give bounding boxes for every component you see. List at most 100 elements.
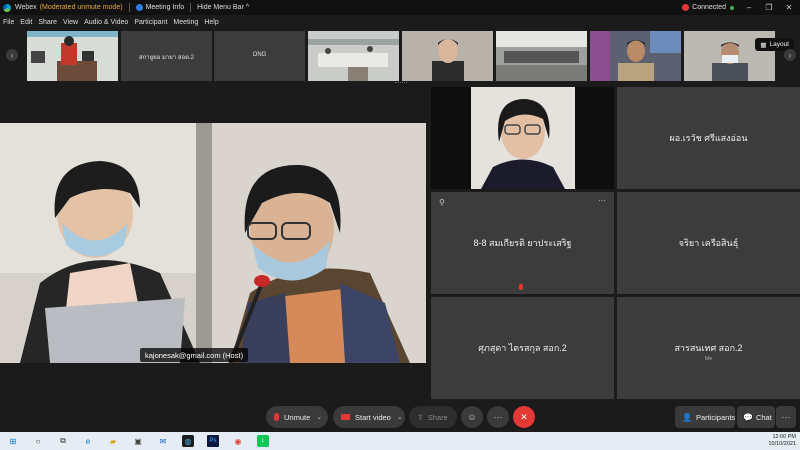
film-tile[interactable] (496, 31, 587, 81)
store-icon[interactable]: ▣ (132, 435, 144, 447)
task-view-icon[interactable]: ⧉ (57, 435, 69, 447)
file-explorer-icon[interactable]: ▰ (107, 435, 119, 447)
muted-mic-icon (519, 284, 523, 290)
unmute-button[interactable]: Unmute ⌄ (266, 406, 328, 428)
scroll-left-icon[interactable]: ‹ (6, 49, 18, 61)
participant-video (431, 87, 614, 189)
film-tile[interactable]: สกายูยอ มายา สอต.2 (121, 31, 212, 81)
menu-view[interactable]: View (63, 19, 78, 26)
line-icon[interactable]: L (257, 435, 269, 447)
film-tile[interactable] (402, 31, 493, 81)
share-label: Share (427, 412, 448, 422)
end-call-icon[interactable]: ✕ (513, 406, 535, 428)
title-bar: Webex (Moderated unmute mode) Meeting In… (0, 0, 800, 15)
divider (128, 3, 130, 12)
connection-status[interactable]: Connected (682, 4, 734, 11)
share-icon: ⇪ (417, 412, 424, 422)
filmstrip-resize-handle[interactable] (395, 82, 407, 84)
chat-button[interactable]: 💬 Chat (737, 406, 775, 428)
participant-video (496, 31, 587, 81)
windows-taskbar: ⊞ ○ ⧉ e ▰ ▣ ✉ ◍ Ps ◉ L 12:00 PM 10/10/20… (0, 432, 800, 450)
menu-share[interactable]: Share (38, 19, 57, 26)
info-icon (135, 4, 143, 11)
participants-button[interactable]: 👤 Participants (675, 406, 735, 428)
participant-name: ผอ.เรวัช ศรีแสงอ่อน (669, 133, 748, 143)
host-name-label: kajonesak@gmail.com (Host) (145, 350, 244, 360)
more-panels-icon[interactable]: ··· (776, 406, 796, 428)
film-tile-label: ONG (252, 52, 267, 58)
chat-label: Chat (755, 412, 772, 422)
clock-time: 12:00 PM (772, 434, 796, 440)
video-off-icon (341, 414, 350, 420)
menu-participant[interactable]: Participant (134, 19, 167, 26)
chrome-icon[interactable]: ◉ (232, 435, 244, 447)
active-speaker-video[interactable] (0, 123, 426, 363)
scroll-right-icon[interactable]: › (784, 49, 796, 61)
chevron-down-icon[interactable]: ⌄ (397, 413, 403, 421)
unmute-label: Unmute (284, 412, 311, 422)
mail-icon[interactable]: ✉ (157, 435, 169, 447)
film-tile[interactable] (27, 31, 118, 81)
restore-icon[interactable]: ❐ (764, 3, 774, 12)
grid-icon: ▦ (760, 41, 767, 49)
hide-menu-bar-label: Hide Menu Bar (197, 4, 244, 11)
grid-tile[interactable]: ผอ.เรวัช ศรีแสงอ่อน (617, 87, 800, 189)
status-dot-icon (730, 5, 734, 10)
grid-tile[interactable]: สารสนเทศ สอก.2 Me (617, 297, 800, 399)
menu-bar: File Edit Share View Audio & Video Parti… (0, 15, 800, 29)
film-tile[interactable]: ONG (214, 31, 305, 81)
meeting-info-button[interactable]: Meeting Info (146, 4, 185, 11)
more-icon[interactable]: ··· (487, 406, 509, 428)
menu-meeting[interactable]: Meeting (173, 19, 198, 26)
grid-tile[interactable]: จริยา เครือสินธุ์ (617, 192, 800, 294)
divider (190, 3, 192, 12)
film-tile-label: สกายูยอ มายา สอต.2 (138, 55, 194, 61)
participant-video (27, 31, 118, 81)
layout-label: Layout (769, 41, 789, 48)
edge-icon[interactable]: e (82, 435, 94, 447)
start-video-label: Start video (355, 412, 391, 422)
meeting-controls: Unmute ⌄ Start video ⌄ ⇪ Share ☺ ··· ✕ 👤… (0, 402, 800, 432)
windows-start-icon[interactable]: ⊞ (7, 435, 19, 447)
webex-window: Webex (Moderated unmute mode) Meeting In… (0, 0, 800, 450)
search-icon[interactable]: ○ (32, 435, 44, 447)
more-options-icon[interactable]: ··· (598, 196, 606, 205)
minimize-icon[interactable]: – (744, 3, 754, 12)
webex-taskbar-icon[interactable]: ◍ (182, 435, 194, 447)
participant-name: สารสนเทศ สอก.2 (674, 343, 743, 353)
participant-video (590, 31, 681, 81)
chevron-down-icon[interactable]: ⌄ (316, 413, 322, 421)
participant-name: 8-8 สมเกียรติ ยาประเสริฐ (473, 238, 572, 248)
participants-label: Participants (695, 412, 736, 422)
filmstrip: ‹ สกายูยอ มายา สอต.2 ONG ▦ Layout › (0, 29, 800, 83)
film-tile[interactable] (590, 31, 681, 81)
grid-tile[interactable]: ⚲ ··· 8-8 สมเกียรติ ยาประเสริฐ (431, 192, 614, 294)
meeting-mode: (Moderated unmute mode) (39, 4, 123, 11)
participant-name: ศุภสุดา ไตรสกุล สอก.2 (478, 343, 567, 353)
share-button[interactable]: ⇪ Share (409, 406, 457, 428)
participant-video (402, 31, 493, 81)
connection-label: Connected (692, 4, 726, 11)
reactions-icon[interactable]: ☺ (461, 406, 483, 428)
participants-icon: 👤 (682, 412, 692, 422)
grid-tile[interactable]: ศุภสุดา ไตรสกุล สอก.2 (431, 297, 614, 399)
photoshop-icon[interactable]: Ps (207, 435, 219, 447)
hide-menu-bar-button[interactable]: Hide Menu Bar ^ (197, 4, 249, 11)
pin-icon[interactable]: ⚲ (439, 198, 445, 207)
participant-video (308, 31, 399, 81)
app-name: Webex (15, 4, 37, 11)
recording-icon (682, 4, 690, 11)
webex-logo-icon (3, 3, 11, 12)
close-icon[interactable]: ✕ (784, 3, 794, 12)
participant-name: จริยา เครือสินธุ์ (678, 238, 739, 248)
menu-help[interactable]: Help (204, 19, 218, 26)
menu-edit[interactable]: Edit (20, 19, 32, 26)
clock-date: 10/10/2021 (768, 441, 796, 447)
film-tile[interactable] (308, 31, 399, 81)
menu-file[interactable]: File (3, 19, 14, 26)
grid-tile[interactable] (431, 87, 614, 189)
system-clock[interactable]: 12:00 PM 10/10/2021 (768, 434, 796, 448)
mic-muted-icon (274, 413, 279, 421)
menu-audio-video[interactable]: Audio & Video (84, 19, 128, 26)
start-video-button[interactable]: Start video ⌄ (333, 406, 405, 428)
